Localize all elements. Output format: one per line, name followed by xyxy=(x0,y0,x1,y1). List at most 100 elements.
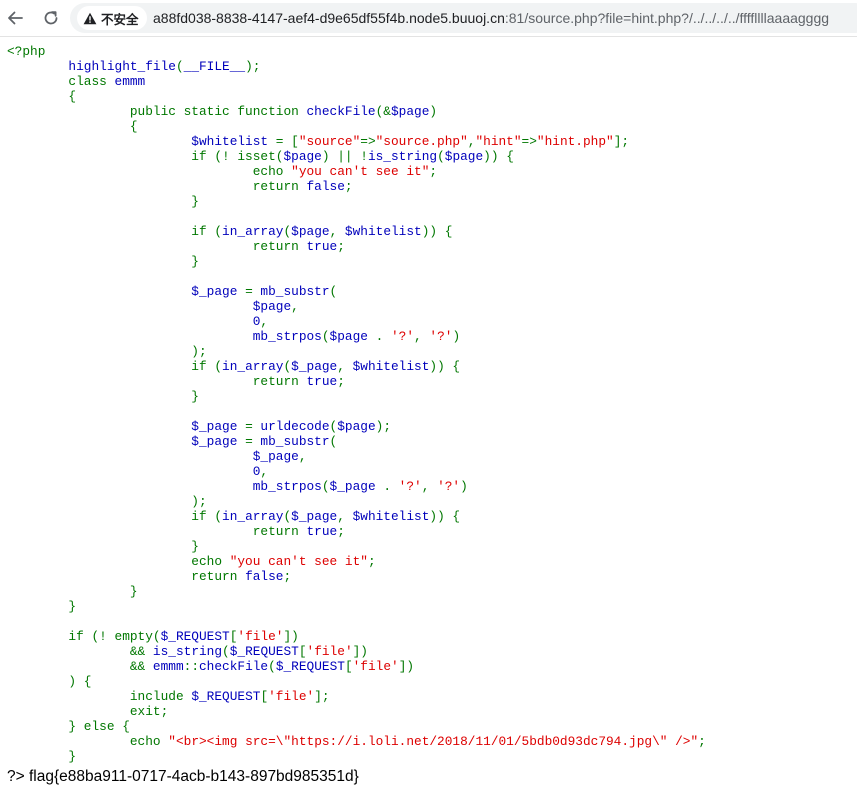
code-token: if ( xyxy=(7,509,223,524)
code-token: , xyxy=(421,479,438,494)
code-token: = xyxy=(245,419,261,434)
code-token: ( xyxy=(329,284,338,299)
code-token: = xyxy=(245,434,261,449)
code-line: $_page = urldecode($page); xyxy=(7,419,391,434)
code-token: , xyxy=(414,329,430,344)
code-token: in_array xyxy=(222,359,284,374)
code-token: ( xyxy=(268,659,276,674)
code-line: 0, xyxy=(7,464,268,479)
code-token: exit; xyxy=(7,704,169,719)
code-token: '?' xyxy=(390,329,415,344)
code-token: emmm xyxy=(152,659,184,674)
security-chip[interactable]: 不安全 xyxy=(77,6,147,30)
code-token: $whitelist xyxy=(352,509,430,524)
code-token: mb_strpos xyxy=(7,329,322,344)
code-token: return xyxy=(7,569,246,584)
code-token: ) || ! xyxy=(321,149,368,164)
code-line: { xyxy=(7,89,76,104)
code-line: mb_strpos($_page . '?', '?') xyxy=(7,479,468,494)
browser-toolbar: 不安全 a88fd038-8838-4147-aef4-d9e65df55f4b… xyxy=(0,0,857,37)
code-token: ; xyxy=(429,164,438,179)
code-token: . xyxy=(383,479,399,494)
code-token: )) { xyxy=(421,224,453,239)
code-token: checkFile xyxy=(199,659,269,674)
code-token: true xyxy=(306,239,338,254)
address-bar[interactable]: 不安全 a88fd038-8838-4147-aef4-d9e65df55f4b… xyxy=(70,3,857,33)
code-token: in_array xyxy=(222,224,284,239)
code-token: ; xyxy=(337,239,345,254)
code-line: return true; xyxy=(7,374,345,389)
code-token: $whitelist xyxy=(344,224,422,239)
code-token: ) { xyxy=(7,674,92,689)
arrow-left-icon xyxy=(8,11,23,25)
code-token: echo xyxy=(7,554,230,569)
code-line: } xyxy=(7,194,199,209)
code-token: } xyxy=(7,749,77,764)
code-token: ( xyxy=(321,479,330,494)
code-token: ]) xyxy=(352,644,368,659)
code-line: } xyxy=(7,539,199,554)
code-token: )) { xyxy=(483,149,514,164)
code-token: false xyxy=(306,179,345,194)
code-line: ); xyxy=(7,344,206,359)
code-token: echo xyxy=(7,164,292,179)
code-token: ; xyxy=(283,569,292,584)
php-source-code: <?php highlight_file(__FILE__); class em… xyxy=(7,44,706,764)
code-line: public static function checkFile(&$page) xyxy=(7,104,437,119)
url-text[interactable]: a88fd038-8838-4147-aef4-d9e65df55f4b.nod… xyxy=(153,10,829,26)
code-token: ); xyxy=(375,419,391,434)
code-token: ) xyxy=(460,479,468,494)
code-token: true xyxy=(306,374,338,389)
code-token: __FILE__ xyxy=(183,59,246,74)
code-line: $_page = mb_substr( xyxy=(7,434,337,449)
code-token: , xyxy=(337,509,353,524)
code-token: 'file' xyxy=(237,629,284,644)
code-token: , xyxy=(260,314,269,329)
code-token: if (! isset( xyxy=(7,149,284,164)
code-token: (& xyxy=(375,104,391,119)
code-token: "source.php" xyxy=(375,134,468,149)
code-line: if (! empty($_REQUEST['file']) xyxy=(7,629,298,644)
code-line: return false; xyxy=(7,179,353,194)
code-token: echo xyxy=(7,734,169,749)
code-line: $_page, xyxy=(7,449,307,464)
code-line: highlight_file(__FILE__); xyxy=(7,59,260,74)
reload-button[interactable] xyxy=(37,4,65,32)
code-token: "you can't see it" xyxy=(291,164,430,179)
code-token: "hint" xyxy=(475,134,522,149)
back-button[interactable] xyxy=(1,4,29,32)
code-line: } xyxy=(7,254,199,269)
code-line: class emmm xyxy=(7,74,145,89)
page-output: ?> flag{e88ba911-0717-4acb-b143-897bd985… xyxy=(7,768,359,786)
code-token: mb_strpos xyxy=(7,479,322,494)
code-token: && xyxy=(7,644,153,659)
code-token: $_page xyxy=(7,284,246,299)
code-token: urldecode xyxy=(260,419,330,434)
code-token: } else { xyxy=(7,719,130,734)
code-token: $_REQUEST xyxy=(160,629,230,644)
code-token: = xyxy=(245,284,261,299)
code-token: if ( xyxy=(7,359,223,374)
code-token: $_page xyxy=(291,509,338,524)
code-token: { xyxy=(7,89,77,104)
code-token: 'file' xyxy=(268,689,315,704)
code-token: } xyxy=(7,584,138,599)
code-token: ( xyxy=(283,224,292,239)
code-token: 'file' xyxy=(306,644,353,659)
code-line: ) { xyxy=(7,674,91,689)
code-token: ( xyxy=(329,434,338,449)
code-token: "you can't see it" xyxy=(229,554,368,569)
code-token: $page xyxy=(291,224,330,239)
code-line: return false; xyxy=(7,569,291,584)
code-token: => xyxy=(521,134,537,149)
code-token: <?php xyxy=(7,44,46,59)
code-line: return true; xyxy=(7,239,345,254)
code-token: ( xyxy=(175,59,184,74)
code-token: return xyxy=(7,374,307,389)
code-token: $_REQUEST xyxy=(229,644,299,659)
url-host: a88fd038-8838-4147-aef4-d9e65df55f4b.nod… xyxy=(153,10,505,26)
code-token: return xyxy=(7,524,307,539)
code-token: = [ xyxy=(275,134,299,149)
code-token: mb_substr xyxy=(260,434,330,449)
code-token: ( xyxy=(283,359,292,374)
